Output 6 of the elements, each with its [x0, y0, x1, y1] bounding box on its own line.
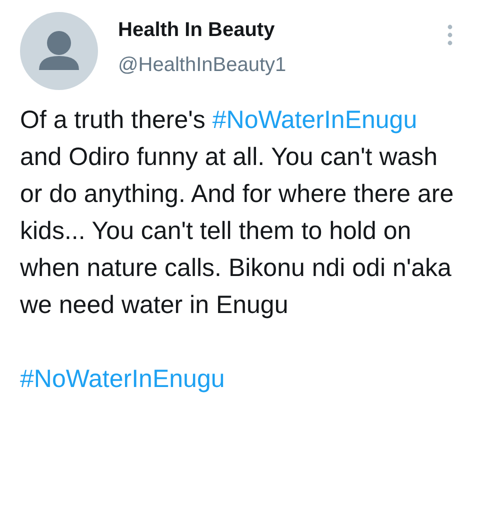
- hashtag-link[interactable]: #NoWaterInEnugu: [20, 365, 225, 393]
- avatar[interactable]: [20, 12, 98, 90]
- author-name[interactable]: Health In Beauty: [118, 19, 426, 42]
- tweet-text: Of a truth there's #NoWaterInEnugu and Odiro funny at all. You can't wash or do anything. And for where there are kids... You can't tell them to hold on when nature calls. Bikonu ndi odi n'aka we need water in Enugu: [20, 105, 455, 321]
- author-handle[interactable]: @HealthInBeauty1: [118, 54, 426, 77]
- hashtag-link[interactable]: #NoWaterInEnugu: [212, 106, 418, 134]
